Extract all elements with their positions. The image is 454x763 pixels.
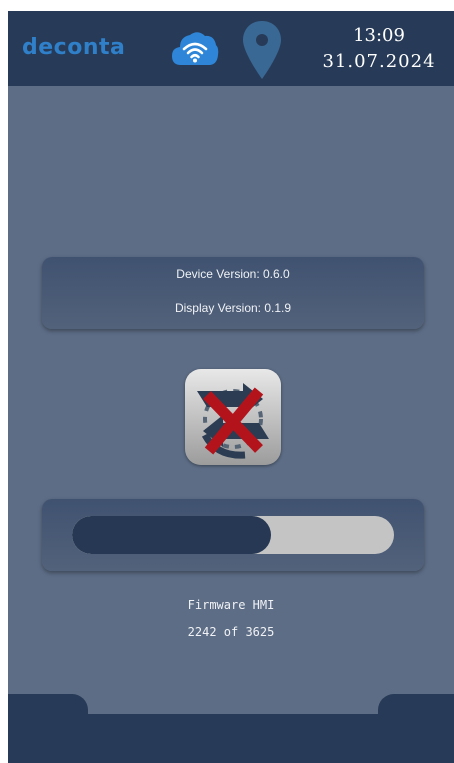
- clock-date: 31.07.2024: [322, 51, 436, 72]
- firmware-progress-bar: [72, 516, 394, 554]
- progress-fill: [72, 516, 271, 554]
- clock-time: 13:09: [353, 25, 405, 46]
- update-failed-icon: [185, 369, 281, 465]
- hmi-screen: deconta 13:09 31.07.2024 Device Version:…: [8, 11, 454, 763]
- device-version-label: Device Version: 0.6.0: [176, 267, 290, 281]
- version-info-card: Device Version: 0.6.0 Display Version: 0…: [42, 257, 424, 329]
- cloud-wifi-icon[interactable]: [171, 27, 219, 69]
- display-version-label: Display Version: 0.1.9: [174, 301, 292, 315]
- firmware-name-label: Firmware HMI: [187, 598, 275, 612]
- footer-bar: [8, 714, 454, 763]
- progress-card: [42, 499, 424, 571]
- header-bar: deconta 13:09 31.07.2024: [8, 11, 454, 86]
- brand-logo: deconta: [22, 35, 126, 60]
- location-pin-icon[interactable]: [241, 19, 283, 81]
- firmware-progress-count: 2242 of 3625: [187, 625, 275, 639]
